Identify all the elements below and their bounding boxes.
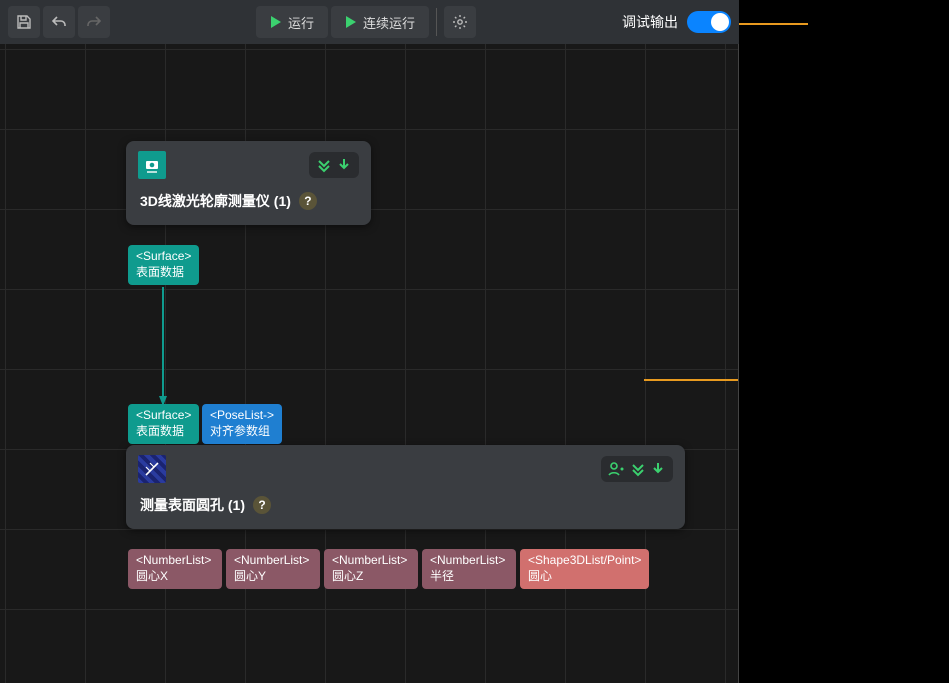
play-icon bbox=[345, 15, 357, 29]
annotation-line bbox=[732, 23, 808, 25]
toolbar-divider bbox=[436, 8, 437, 36]
redo-button[interactable] bbox=[78, 6, 110, 38]
port-label: 半径 bbox=[430, 569, 508, 585]
port-type: <NumberList> bbox=[234, 553, 312, 569]
help-icon[interactable]: ? bbox=[299, 192, 317, 210]
node-3d-laser-profiler[interactable]: 3D线激光轮廓测量仪 (1) ? <Surface> 表面数据 bbox=[126, 141, 371, 225]
port-type: <Shape3DList/Point> bbox=[528, 553, 641, 569]
help-icon[interactable]: ? bbox=[253, 496, 271, 514]
continuous-run-label: 连续运行 bbox=[363, 13, 415, 32]
port-type: <Surface> bbox=[136, 249, 191, 265]
output-port-center-y[interactable]: <NumberList> 圆心Y bbox=[226, 549, 320, 589]
node-title: 3D线激光轮廓测量仪 (1) bbox=[140, 191, 291, 211]
annotation-line bbox=[644, 379, 738, 381]
output-port-center-point[interactable]: <Shape3DList/Point> 圆心 bbox=[520, 549, 649, 589]
node-measure-surface-hole[interactable]: <Surface> 表面数据 <PoseList-> 对齐参数组 测量表面圆孔 … bbox=[126, 445, 685, 529]
node-title: 测量表面圆孔 (1) bbox=[140, 495, 245, 515]
port-label: 圆心 bbox=[528, 569, 641, 585]
measure-icon bbox=[138, 455, 166, 483]
node-header bbox=[126, 445, 685, 485]
port-label: 圆心Y bbox=[234, 569, 312, 585]
port-label: 表面数据 bbox=[136, 265, 191, 281]
debug-output-toggle[interactable] bbox=[687, 11, 731, 33]
node-header bbox=[126, 141, 371, 181]
node-title-row: 3D线激光轮廓测量仪 (1) ? bbox=[126, 181, 371, 225]
undo-button[interactable] bbox=[43, 6, 75, 38]
output-port-surface[interactable]: <Surface> 表面数据 bbox=[128, 245, 199, 285]
port-type: <Surface> bbox=[136, 408, 191, 424]
run-label: 运行 bbox=[288, 13, 314, 32]
output-port-radius[interactable]: <NumberList> 半径 bbox=[422, 549, 516, 589]
continuous-run-button[interactable]: 连续运行 bbox=[331, 6, 429, 38]
download-icon[interactable] bbox=[649, 460, 667, 478]
node-actions bbox=[309, 152, 359, 178]
redo-icon bbox=[86, 14, 102, 30]
preview-icon[interactable] bbox=[607, 460, 627, 478]
input-port-surface[interactable]: <Surface> 表面数据 bbox=[128, 404, 199, 444]
save-icon bbox=[16, 14, 32, 30]
debug-output-label: 调试输出 bbox=[622, 12, 678, 32]
port-label: 圆心X bbox=[136, 569, 214, 585]
port-type: <PoseList-> bbox=[210, 408, 274, 424]
port-label: 表面数据 bbox=[136, 424, 191, 440]
port-type: <NumberList> bbox=[430, 553, 508, 569]
port-type: <NumberList> bbox=[332, 553, 410, 569]
input-port-poselist[interactable]: <PoseList-> 对齐参数组 bbox=[202, 404, 282, 444]
camera-icon bbox=[138, 151, 166, 179]
graph-canvas[interactable]: 3D线激光轮廓测量仪 (1) ? <Surface> 表面数据 <Surface… bbox=[0, 44, 739, 683]
play-icon bbox=[270, 15, 282, 29]
port-label: 圆心Z bbox=[332, 569, 410, 585]
gear-icon bbox=[452, 14, 468, 30]
output-port-center-z[interactable]: <NumberList> 圆心Z bbox=[324, 549, 418, 589]
node-actions bbox=[601, 456, 673, 482]
output-port-center-x[interactable]: <NumberList> 圆心X bbox=[128, 549, 222, 589]
port-label: 对齐参数组 bbox=[210, 424, 274, 440]
undo-icon bbox=[51, 14, 67, 30]
settings-button[interactable] bbox=[444, 6, 476, 38]
save-button[interactable] bbox=[8, 6, 40, 38]
run-button[interactable]: 运行 bbox=[256, 6, 328, 38]
download-icon[interactable] bbox=[335, 156, 353, 174]
step-down-icon[interactable] bbox=[315, 156, 333, 174]
step-down-icon[interactable] bbox=[629, 460, 647, 478]
node-title-row: 测量表面圆孔 (1) ? bbox=[126, 485, 685, 529]
toolbar: 运行 连续运行 调试输出 bbox=[0, 0, 739, 44]
port-type: <NumberList> bbox=[136, 553, 214, 569]
